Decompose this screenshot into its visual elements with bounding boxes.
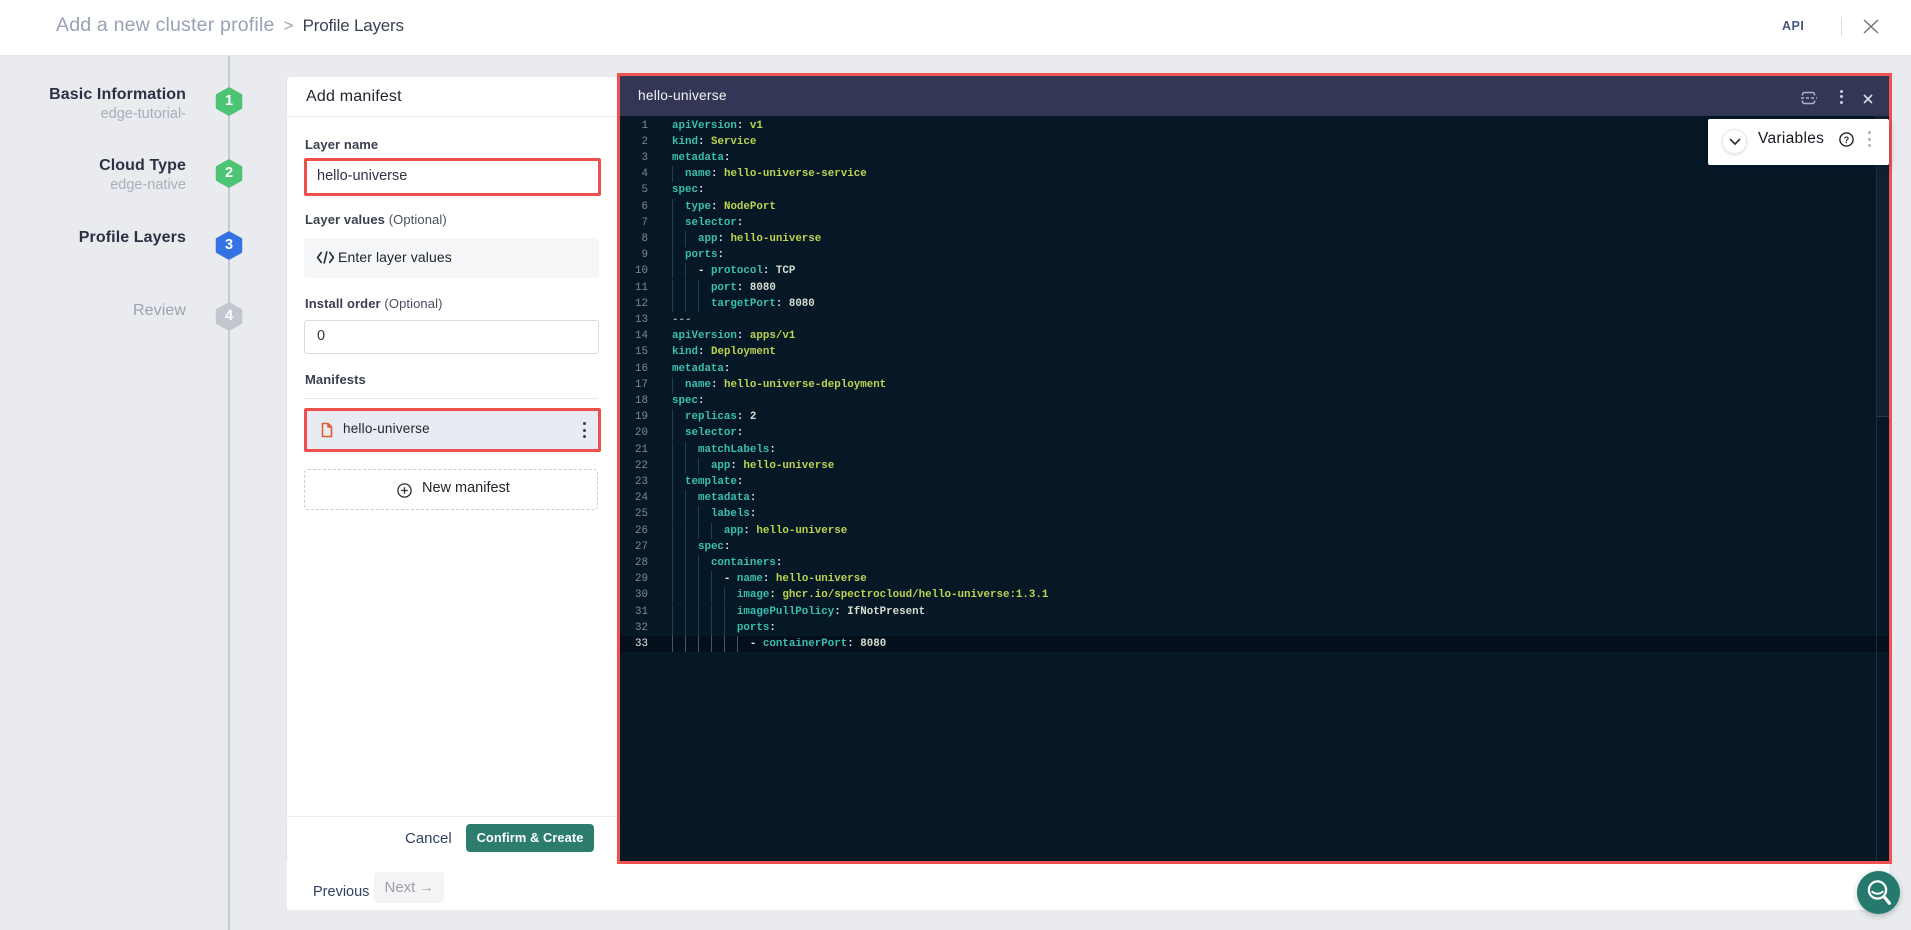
svg-text:?: ? [1844,135,1850,145]
